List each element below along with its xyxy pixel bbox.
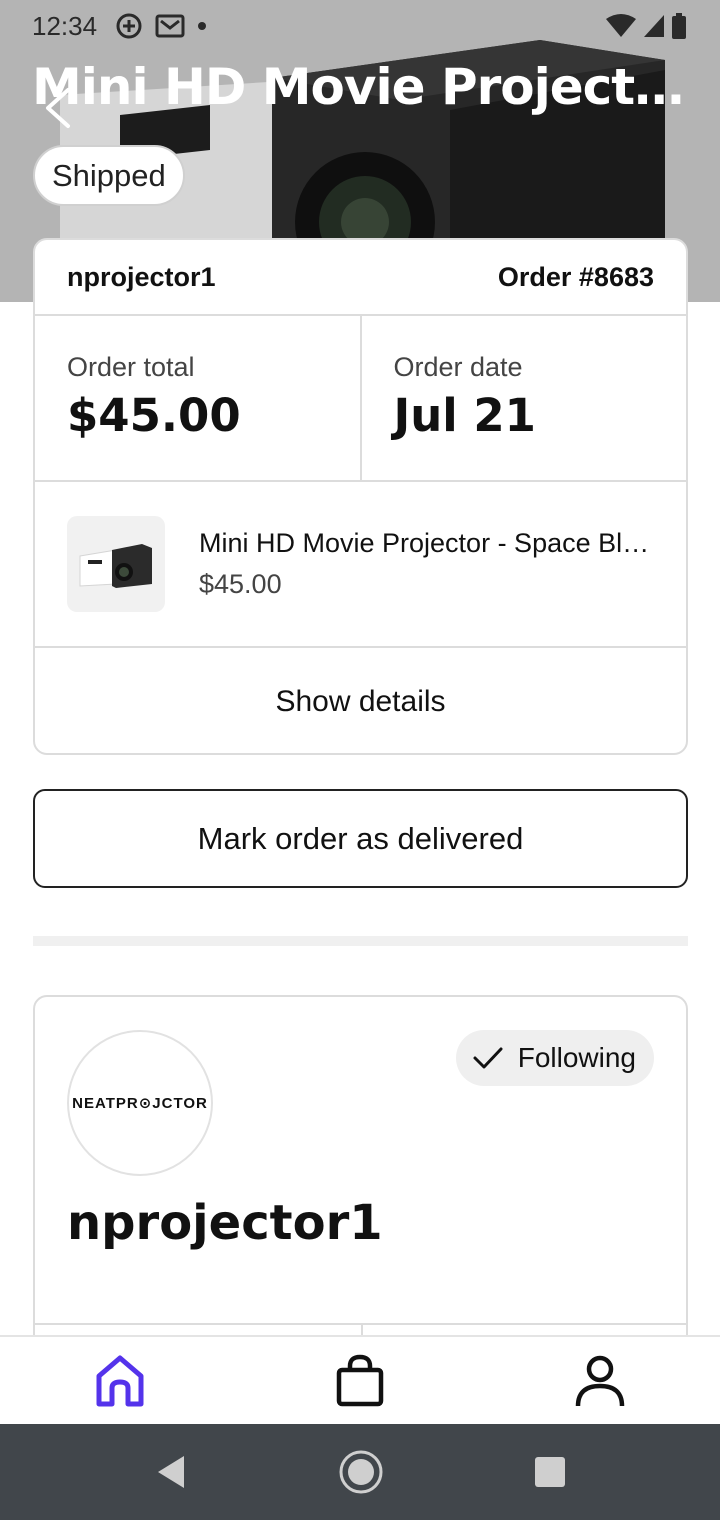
battery-icon [672,13,686,39]
item-text: Mini HD Movie Projector - Space Black $4… [199,528,654,600]
item-thumbnail [67,516,165,612]
item-price: $45.00 [199,569,282,599]
bottom-navigation [0,1335,720,1424]
signal-icon [644,15,664,37]
shop-logo[interactable]: NEATPR⊙JCTOR [67,1030,213,1176]
order-date-value: Jul 21 [393,389,537,442]
order-card-header: nprojector1 Order #8683 [35,240,686,316]
order-date-label: Order date [393,352,523,382]
order-total-value: $45.00 [67,389,241,442]
status-icons-left [115,12,207,40]
mark-delivered-button[interactable]: Mark order as delivered [33,789,688,888]
product-title: Mini HD Movie Projector - Space Black [32,58,692,116]
order-item[interactable]: Mini HD Movie Projector - Space Black $4… [35,482,686,648]
shopping-bag-icon [336,1354,384,1406]
item-name: Mini HD Movie Projector - Space Black [199,528,654,558]
nav-profile[interactable] [560,1341,640,1421]
dot-icon [198,22,207,30]
order-stats: Order total $45.00 Order date Jul 21 [35,316,686,482]
wifi-icon [606,14,636,37]
section-divider [33,936,688,946]
order-total-label: Order total [67,352,195,382]
shop-name[interactable]: nprojector1 [67,262,216,293]
status-time: 12:34 [32,10,98,41]
add-circle-icon [116,13,142,39]
status-bar: 12:34 [0,0,720,52]
order-summary-card: nprojector1 Order #8683 Order total $45.… [33,238,688,755]
order-number: Order #8683 [497,261,654,292]
checkmark-icon [473,1047,503,1069]
following-button[interactable]: Following [455,1030,654,1086]
system-navigation-bar [0,1424,720,1520]
profile-icon [575,1355,625,1406]
show-details-button[interactable]: Show details [35,648,686,753]
order-date: Order date Jul 21 [359,316,687,480]
gmail-icon [155,14,185,38]
nav-shop[interactable] [320,1341,400,1421]
following-label: Following [517,1042,636,1073]
system-recents-icon[interactable] [534,1456,566,1488]
status-badge: Shipped [33,145,185,206]
shop-title[interactable]: nprojector1 [67,1195,383,1251]
order-total: Order total $45.00 [35,316,360,480]
nav-home[interactable] [80,1341,160,1421]
projector-thumbnail-image [79,544,152,588]
system-home-icon[interactable] [338,1449,384,1495]
home-icon [96,1355,144,1406]
system-back-icon[interactable] [154,1454,188,1490]
status-icons-right [604,12,688,40]
